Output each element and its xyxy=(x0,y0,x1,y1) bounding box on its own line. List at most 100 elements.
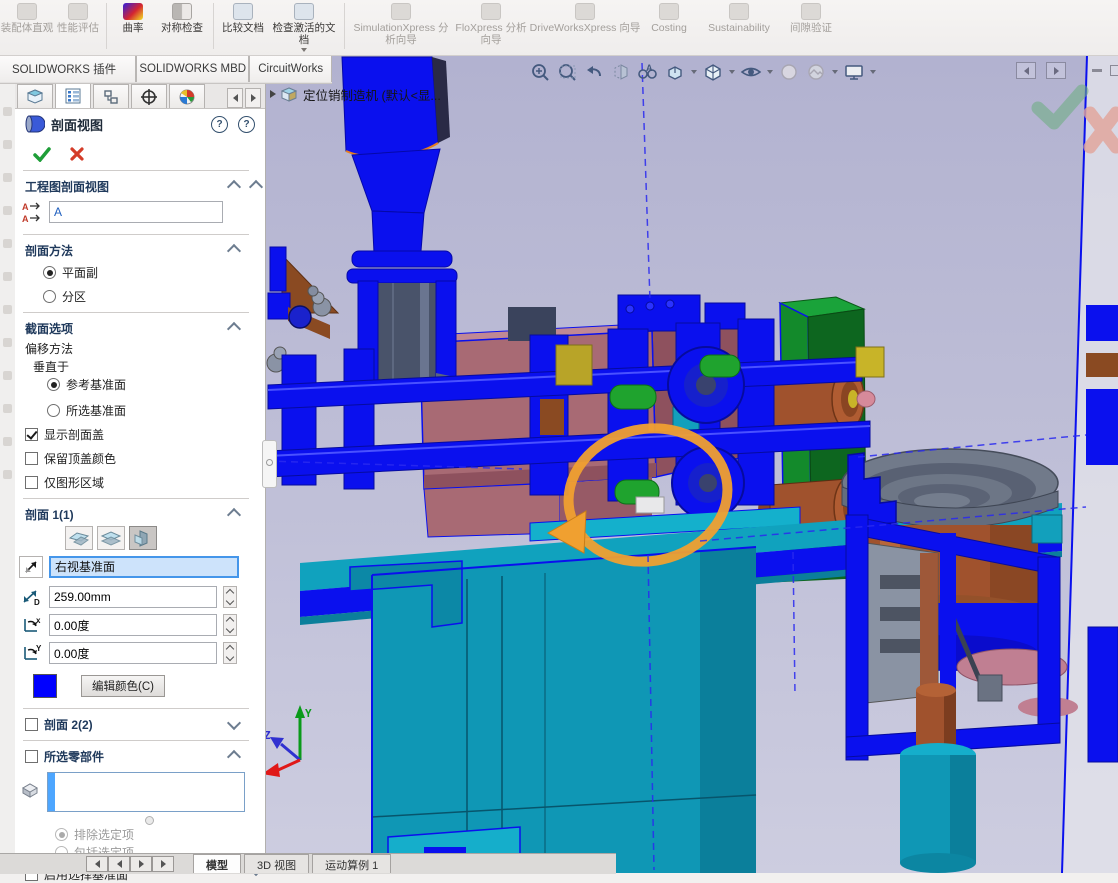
right-plane-button[interactable] xyxy=(129,526,157,550)
apply-scene-icon[interactable] xyxy=(804,61,828,83)
hide-show-caret-icon[interactable] xyxy=(767,70,773,74)
ribbon-check-active-document[interactable]: 检查激活的文档 xyxy=(268,0,340,55)
section-color-swatch[interactable] xyxy=(33,674,57,698)
taskpane-mini-controls[interactable] xyxy=(1092,65,1118,76)
check-show-section-cap[interactable]: 显示剖面盖 xyxy=(25,426,104,443)
strip-icon[interactable] xyxy=(3,173,12,182)
group-drawing-section-header[interactable]: 工程图剖面视图 xyxy=(25,178,109,195)
collapse-chevron-icon[interactable] xyxy=(227,322,241,336)
tab-solidworks-mbd[interactable]: SOLIDWORKS MBD xyxy=(136,55,249,82)
group-section-method-header[interactable]: 剖面方法 xyxy=(25,242,73,259)
reference-plane-field[interactable]: 右视基准面 xyxy=(49,556,239,578)
tab-dimxpertmanager[interactable] xyxy=(131,84,167,108)
ribbon-symmetry-check[interactable]: 对称检查 xyxy=(155,0,209,55)
strip-icon[interactable] xyxy=(3,404,12,413)
checkbox-unchecked-icon[interactable] xyxy=(25,718,38,731)
tab-3d-views[interactable]: 3D 视图 xyxy=(244,854,309,873)
strip-icon[interactable] xyxy=(3,107,12,116)
edit-color-button[interactable]: 编辑颜色(C) xyxy=(81,675,165,697)
help-icon[interactable]: ? xyxy=(238,116,255,133)
radio-planar[interactable]: 平面副 xyxy=(43,264,98,281)
ribbon-sustainability[interactable]: Sustainability xyxy=(697,0,781,55)
prev-tab-button[interactable] xyxy=(108,856,130,872)
section-view-icon[interactable] xyxy=(609,61,633,83)
minimize-icon[interactable] xyxy=(1092,69,1102,72)
collapse-chevron-icon[interactable] xyxy=(227,180,241,194)
collapse-chevron-icon[interactable] xyxy=(227,244,241,258)
tab-scroll-right[interactable] xyxy=(245,88,261,108)
collapse-chevron-icon[interactable] xyxy=(227,750,241,764)
strip-icon[interactable] xyxy=(3,470,12,479)
strip-icon[interactable] xyxy=(3,305,12,314)
panel-splitter-handle[interactable] xyxy=(262,440,277,488)
split-right-icon[interactable] xyxy=(1046,62,1066,79)
components-selection-listbox[interactable] xyxy=(47,772,245,812)
strip-icon[interactable] xyxy=(3,239,12,248)
y-rotation-spinner[interactable] xyxy=(223,642,237,664)
ribbon-assembly-visualization[interactable]: 装配体直观 xyxy=(0,0,54,55)
coordinate-triad[interactable]: Y Z X xyxy=(258,705,312,790)
ok-check-icon[interactable] xyxy=(33,146,51,162)
apply-scene-caret-icon[interactable] xyxy=(832,70,838,74)
collapse-chevron-icon[interactable] xyxy=(227,508,241,522)
panel-scroll-up-icon[interactable] xyxy=(249,180,263,194)
restore-icon[interactable] xyxy=(1110,65,1118,76)
view-orientation-caret-icon[interactable] xyxy=(691,70,697,74)
tab-solidworks-addins[interactable]: SOLIDWORKS 插件 xyxy=(0,55,136,82)
checkbox-unchecked-icon[interactable] xyxy=(25,750,38,763)
check-active-document-caret-icon[interactable] xyxy=(301,48,307,52)
view-settings-icon[interactable] xyxy=(842,61,866,83)
group-section-options-header[interactable]: 截面选项 xyxy=(25,320,73,337)
distance-spinner[interactable] xyxy=(223,586,237,608)
zoom-fit-icon[interactable] xyxy=(528,61,552,83)
view-orientation-icon[interactable] xyxy=(663,61,687,83)
check-graphics-only[interactable]: 仅图形区域 xyxy=(25,474,104,491)
expand-chevron-icon[interactable] xyxy=(227,716,241,730)
hide-show-items-icon[interactable] xyxy=(739,61,763,83)
strip-icon[interactable] xyxy=(3,371,12,380)
first-tab-button[interactable] xyxy=(86,856,108,872)
split-left-icon[interactable] xyxy=(1016,62,1036,79)
top-plane-button[interactable] xyxy=(97,526,125,550)
strip-icon[interactable] xyxy=(3,272,12,281)
tab-circuitworks[interactable]: CircuitWorks xyxy=(249,55,332,82)
pane-split-controls[interactable] xyxy=(1016,62,1066,79)
left-bracket-assembly[interactable] xyxy=(267,247,338,372)
ribbon-clearance-verification[interactable]: 间隙验证 xyxy=(781,0,841,55)
strip-icon[interactable] xyxy=(3,140,12,149)
check-keep-cap-color[interactable]: 保留顶盖颜色 xyxy=(25,450,116,467)
heads-up-toolbar[interactable]: A xyxy=(528,60,877,84)
previous-view-icon[interactable] xyxy=(582,61,606,83)
front-plane-button[interactable] xyxy=(65,526,93,550)
whats-new-help-icon[interactable]: ? xyxy=(211,116,228,133)
tree-expand-icon[interactable] xyxy=(270,90,276,98)
resize-grip-icon[interactable] xyxy=(145,816,154,825)
tab-model[interactable]: 模型 xyxy=(193,854,241,873)
x-rotation-input[interactable] xyxy=(49,614,217,636)
strip-icon[interactable] xyxy=(3,206,12,215)
ribbon-curvature[interactable]: 曲率 xyxy=(111,0,155,55)
group-section1-header[interactable]: 剖面 1(1) xyxy=(25,506,74,523)
ribbon-simulationxpress[interactable]: SimulationXpress 分析向导 xyxy=(349,0,453,55)
radio-exclude-selected[interactable]: 排除选定项 xyxy=(55,826,134,843)
offset-distance-input[interactable] xyxy=(49,586,217,608)
tab-propertymanager[interactable] xyxy=(55,83,91,108)
next-tab-button[interactable] xyxy=(130,856,152,872)
ribbon-compare-documents[interactable]: 比较文档 xyxy=(218,0,268,55)
support-cylinders[interactable] xyxy=(900,683,976,873)
tab-scroll-left[interactable] xyxy=(227,88,243,108)
annotation-visibility-icon[interactable]: A xyxy=(636,61,660,83)
group-selected-components-header[interactable]: 所选零部件 xyxy=(25,748,104,765)
tab-displaymanager[interactable] xyxy=(169,84,205,108)
zoom-to-area-icon[interactable] xyxy=(555,61,579,83)
breadcrumb[interactable]: 定位销制造机 (默认<显... xyxy=(270,85,441,103)
display-style-icon[interactable] xyxy=(701,61,725,83)
y-rotation-input[interactable] xyxy=(49,642,217,664)
tab-featuremanager[interactable] xyxy=(17,84,53,108)
radio-reference-plane[interactable]: 参考基准面 xyxy=(47,376,126,393)
section-label-input[interactable] xyxy=(49,201,223,223)
cancel-x-icon[interactable] xyxy=(69,146,85,162)
x-rotation-spinner[interactable] xyxy=(223,614,237,636)
radio-zonal[interactable]: 分区 xyxy=(43,288,86,305)
ribbon-floxpress[interactable]: FloXpress 分析向导 xyxy=(453,0,529,55)
